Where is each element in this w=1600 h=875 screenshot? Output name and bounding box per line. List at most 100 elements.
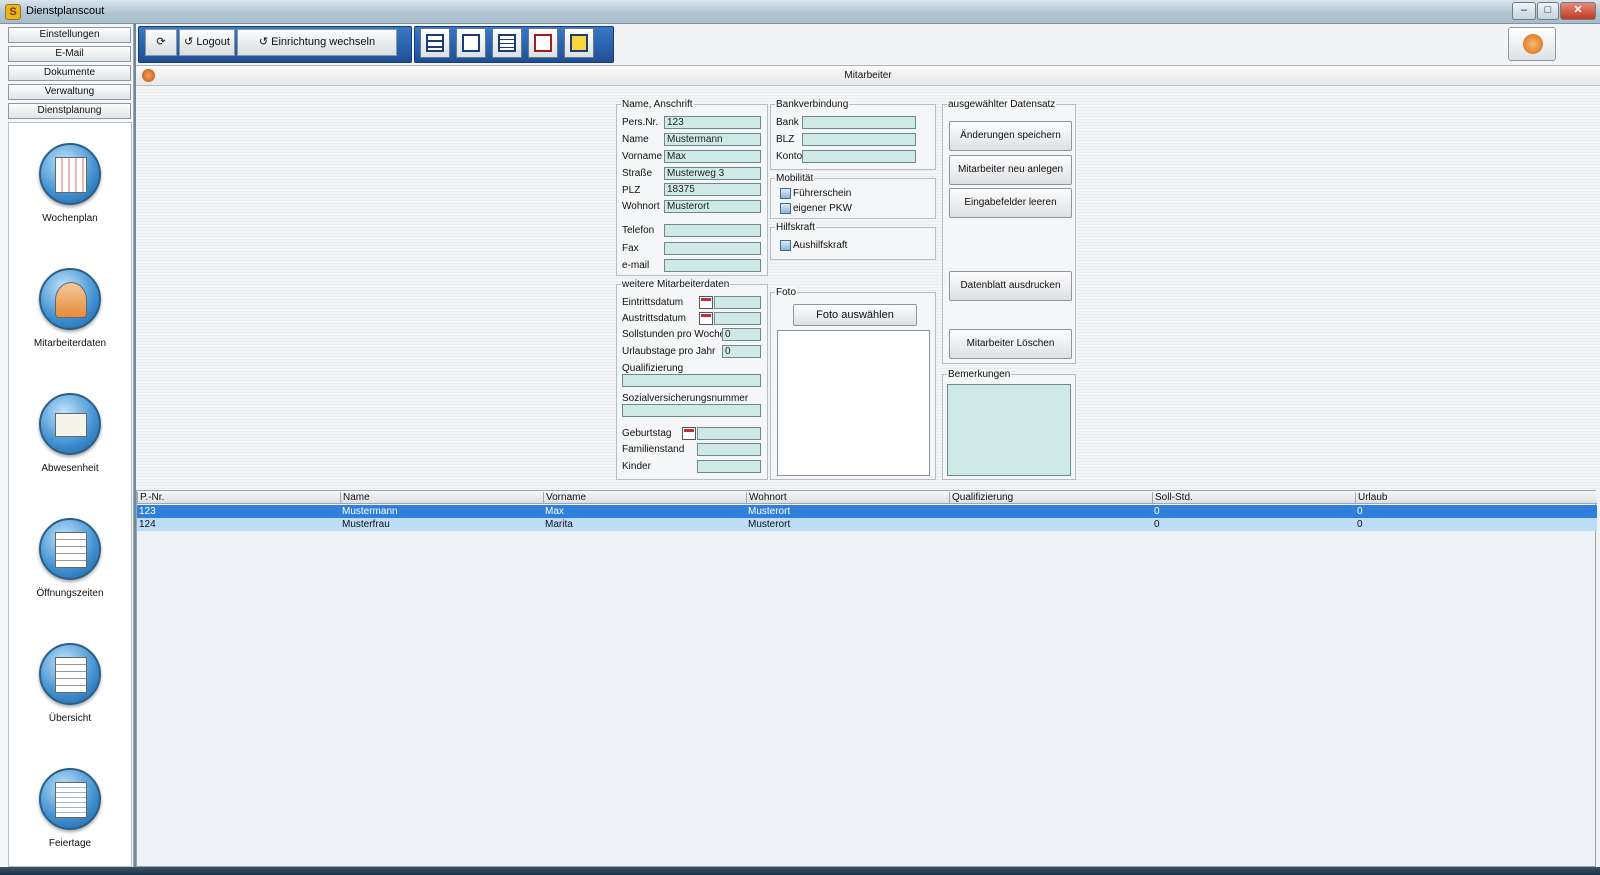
switch-icon: ↺: [258, 36, 269, 48]
calendar-icon: [39, 143, 101, 205]
eintritt-label: Eintrittsdatum: [622, 297, 684, 308]
bank-input[interactable]: [802, 116, 916, 129]
email-input[interactable]: [664, 259, 761, 272]
name-input[interactable]: Mustermann: [664, 133, 761, 146]
plz-input[interactable]: 18375: [664, 183, 761, 196]
title-bar: S Dienstplanscout – □ ✕: [0, 0, 1600, 24]
record-legend: ausgewählter Datensatz: [947, 99, 1057, 110]
refresh-icon: ⟳: [156, 36, 166, 48]
austritt-input[interactable]: [714, 312, 761, 325]
soll-input[interactable]: 0: [722, 328, 761, 341]
vorname-label: Vorname: [622, 151, 663, 162]
persnr-label: Pers.Nr.: [622, 117, 659, 128]
cell-urlaub: 0: [1357, 506, 1363, 517]
cell-soll: 0: [1154, 519, 1160, 530]
window-cascade-icon[interactable]: [456, 28, 486, 58]
close-all-windows-icon[interactable]: [528, 28, 558, 58]
refresh-button[interactable]: ⟳: [145, 29, 177, 56]
vorname-input[interactable]: Max: [664, 150, 761, 163]
menu-dienstplanung[interactable]: Dienstplanung: [8, 103, 131, 119]
sidebar-item-feiertage[interactable]: Feiertage: [8, 768, 132, 875]
new-employee-button[interactable]: Mitarbeiter neu anlegen: [949, 155, 1072, 185]
pkw-checkbox[interactable]: [780, 203, 791, 214]
page-header: Mitarbeiter: [136, 66, 1600, 86]
sidebar-item-oeffnungszeiten[interactable]: Öffnungszeiten: [8, 518, 132, 628]
window-tile-horizontal-icon[interactable]: [420, 28, 450, 58]
switch-facility-button[interactable]: ↺ Einrichtung wechseln: [237, 29, 397, 56]
spreadsheet-icon: [39, 768, 101, 830]
cell-name: Musterfrau: [342, 519, 390, 530]
sidebar-item-wochenplan[interactable]: Wochenplan: [8, 143, 132, 253]
mobility-group: Mobilität Führerschein eigener PKW: [770, 173, 936, 219]
cell-persnr: 124: [139, 519, 156, 530]
sidebar-item-uebersicht[interactable]: Übersicht: [8, 643, 132, 753]
persnr-input[interactable]: 123: [664, 116, 761, 129]
support-button[interactable]: [1508, 27, 1556, 61]
telefon-input[interactable]: [664, 224, 761, 237]
name-label: Name: [622, 134, 649, 145]
help-document-icon[interactable]: [564, 28, 594, 58]
menu-email[interactable]: E-Mail: [8, 46, 131, 62]
fuehrerschein-label: Führerschein: [793, 188, 852, 199]
menu-dokumente[interactable]: Dokumente: [8, 65, 131, 81]
remarks-textarea[interactable]: [947, 384, 1071, 476]
column-header-name[interactable]: Name: [340, 492, 370, 504]
fuehrerschein-checkbox[interactable]: [780, 188, 791, 199]
column-header-persnr[interactable]: P.-Nr.: [137, 492, 164, 504]
minimize-button[interactable]: –: [1512, 2, 1536, 20]
kinder-input[interactable]: [697, 460, 761, 473]
strasse-input[interactable]: Musterweg 3: [664, 167, 761, 180]
column-header-urlaub[interactable]: Urlaub: [1355, 492, 1387, 504]
foto-group: Foto Foto auswählen: [770, 287, 936, 480]
urlaub-input[interactable]: 0: [722, 345, 761, 358]
clear-fields-button[interactable]: Eingabefelder leeren: [949, 188, 1072, 218]
sidebar-item-mitarbeiterdaten[interactable]: Mitarbeiterdaten: [8, 268, 132, 378]
austritt-calendar-icon[interactable]: [699, 312, 713, 325]
address-group: Name, Anschrift Pers.Nr. 123 Name Muster…: [616, 99, 768, 276]
quali-input[interactable]: [622, 374, 761, 387]
record-group: ausgewählter Datensatz Änderungen speich…: [942, 99, 1076, 364]
table-row[interactable]: 123 Mustermann Max Musterort 0 0: [137, 505, 1597, 518]
bank-label: Bank: [776, 117, 799, 128]
maximize-button[interactable]: □: [1537, 2, 1559, 20]
people-icon: [39, 268, 101, 330]
save-changes-button[interactable]: Änderungen speichern: [949, 121, 1072, 151]
window-list-icon[interactable]: [492, 28, 522, 58]
menu-einstellungen[interactable]: Einstellungen: [8, 27, 131, 43]
clipboard-icon: [39, 518, 101, 580]
aushilfskraft-checkbox[interactable]: [780, 240, 791, 251]
geburtstag-calendar-icon[interactable]: [682, 427, 696, 440]
close-window-button[interactable]: ✕: [1560, 2, 1596, 20]
book-icon: [39, 393, 101, 455]
select-photo-button[interactable]: Foto auswählen: [793, 304, 917, 326]
wohnort-input[interactable]: Musterort: [664, 200, 761, 213]
print-datasheet-button[interactable]: Datenblatt ausdrucken: [949, 271, 1072, 301]
familienstand-input[interactable]: [697, 443, 761, 456]
geburtstag-input[interactable]: [697, 427, 761, 440]
column-header-qualifizierung[interactable]: Qualifizierung: [949, 492, 1013, 504]
konto-input[interactable]: [802, 150, 916, 163]
sidebar-item-abwesenheit[interactable]: Abwesenheit: [8, 393, 132, 503]
column-header-vorname[interactable]: Vorname: [543, 492, 586, 504]
konto-label: Konto: [776, 151, 803, 162]
cell-wohnort: Musterort: [748, 506, 791, 517]
switch-facility-label: Einrichtung wechseln: [271, 36, 376, 48]
column-header-wohnort[interactable]: Wohnort: [746, 492, 787, 504]
fax-input[interactable]: [664, 242, 761, 255]
familienstand-label: Familienstand: [622, 444, 685, 455]
blz-label: BLZ: [776, 134, 795, 145]
column-header-soll[interactable]: Soll-Std.: [1152, 492, 1193, 504]
eintritt-calendar-icon[interactable]: [699, 296, 713, 309]
support-icon: [1523, 34, 1543, 54]
geburtstag-label: Geburtstag: [622, 428, 672, 439]
sv-input[interactable]: [622, 404, 761, 417]
blz-input[interactable]: [802, 133, 916, 146]
foto-legend: Foto: [775, 287, 798, 298]
telefon-label: Telefon: [622, 225, 655, 236]
table-row[interactable]: 124 Musterfrau Marita Musterort 0 0: [137, 518, 1597, 531]
cell-wohnort: Musterort: [748, 519, 791, 530]
menu-verwaltung[interactable]: Verwaltung: [8, 84, 131, 100]
eintritt-input[interactable]: [714, 296, 761, 309]
logout-button[interactable]: ↺ Logout: [179, 29, 235, 56]
delete-employee-button[interactable]: Mitarbeiter Löschen: [949, 329, 1072, 359]
